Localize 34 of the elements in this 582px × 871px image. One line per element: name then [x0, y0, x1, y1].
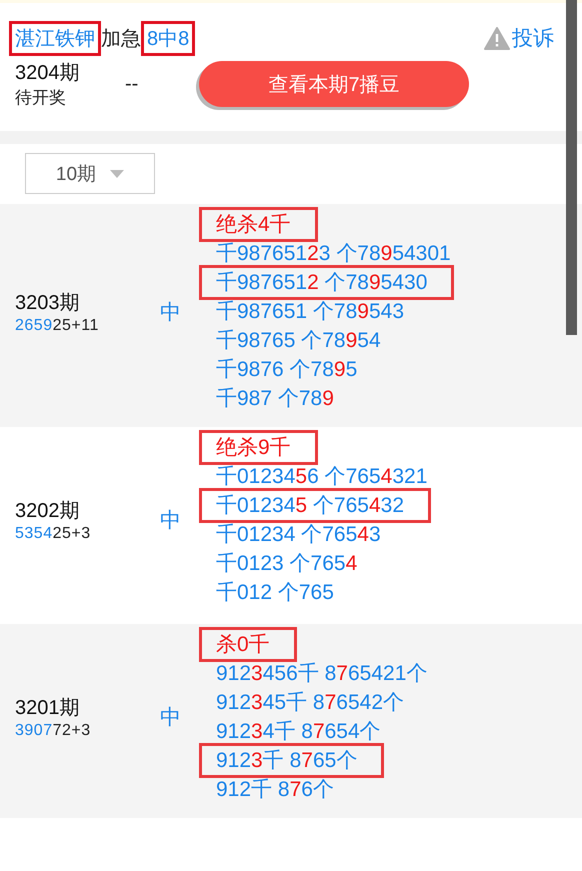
period-number: 3201期 — [15, 696, 80, 721]
prediction-line: 912千 876个 — [215, 777, 335, 803]
period-number: 3202期 — [15, 499, 80, 524]
title-text: 加急 — [100, 26, 142, 52]
draw-result: 265925+11 — [15, 316, 100, 334]
hit-verdict: 中 — [160, 300, 182, 326]
prediction-line: 9123456千 8765421个 — [215, 661, 428, 687]
warning-icon — [484, 26, 510, 50]
hit-verdict: 中 — [160, 705, 182, 731]
caret-icon — [110, 170, 124, 178]
prediction-line: 千987 个789 — [215, 386, 335, 412]
prediction-line: 千9876 个7895 — [215, 357, 358, 383]
prediction-line: 千012 个765 — [215, 580, 335, 606]
prediction-line: 千98765 个78954 — [215, 328, 382, 354]
prediction-line: 千987651 个789543 — [215, 299, 406, 325]
prediction-line: 千98765123 个78954301 — [215, 241, 452, 267]
period-dropdown[interactable]: 10期 — [25, 153, 155, 194]
prediction-line: 千01234 个76543 — [215, 522, 382, 548]
prediction-line: 912345千 876542个 — [215, 690, 406, 716]
view-prediction-button[interactable]: 查看本期7播豆 — [199, 61, 469, 107]
draw-result: 390772+3 — [15, 722, 92, 740]
prediction-line: 91234千 87654个 — [215, 719, 382, 745]
period-number: 3203期 — [15, 290, 80, 316]
prediction-line: 千0123456 个7654321 — [215, 464, 428, 490]
title-link[interactable]: 湛江铁钾 — [12, 24, 98, 52]
draw-result: -- — [125, 72, 140, 96]
draw-result: 535425+3 — [15, 525, 92, 543]
prediction-line: 千0123 个7654 — [215, 551, 358, 577]
period-number: 3204期 — [15, 61, 80, 86]
title-link[interactable]: 8中8 — [144, 24, 192, 52]
draw-status: 待开奖 — [15, 87, 67, 109]
scrollbar-thumb[interactable] — [566, 0, 577, 335]
hit-verdict: 中 — [160, 508, 182, 534]
complaint-link[interactable]: 投诉 — [484, 24, 554, 52]
